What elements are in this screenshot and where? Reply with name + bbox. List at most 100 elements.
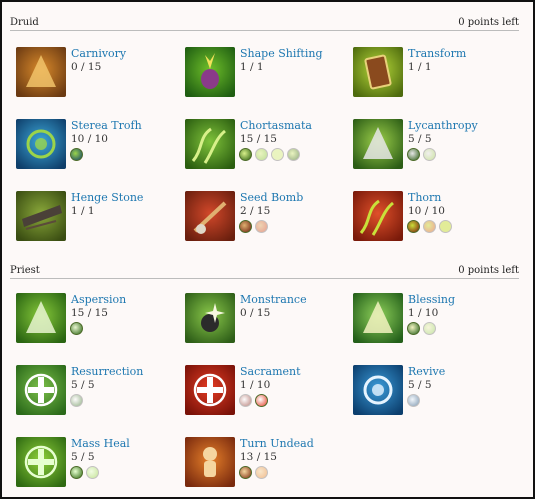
- skill-mass-heal[interactable]: Mass Heal 5 / 5: [10, 437, 175, 493]
- requirement-icons: [70, 148, 83, 163]
- requirement-icon[interactable]: [423, 148, 436, 161]
- requirement-icon[interactable]: [255, 220, 268, 233]
- skill-resurrection[interactable]: Resurrection 5 / 5: [10, 365, 175, 421]
- skill-name-link[interactable]: Turn Undead: [240, 437, 314, 450]
- skill-turn-undead[interactable]: Turn Undead 13 / 15: [179, 437, 344, 493]
- carnivory-icon[interactable]: [16, 47, 66, 97]
- skill-rank: 10 / 10: [71, 133, 108, 145]
- skill-name-link[interactable]: Mass Heal: [71, 437, 130, 450]
- skill-revive[interactable]: Revive 5 / 5: [347, 365, 512, 421]
- requirement-icon[interactable]: [239, 394, 252, 407]
- skill-thorn[interactable]: Thorn 10 / 10: [347, 191, 512, 247]
- skill-transform[interactable]: Transform 1 / 1: [347, 47, 512, 103]
- skill-chortasmata[interactable]: Chortasmata 15 / 15: [179, 119, 344, 175]
- requirement-icons: [70, 466, 99, 481]
- skill-name-link[interactable]: Blessing: [408, 293, 455, 306]
- revive-icon[interactable]: [353, 365, 403, 415]
- skill-rank: 15 / 15: [71, 307, 108, 319]
- thorn-icon[interactable]: [353, 191, 403, 241]
- skill-sterea-trofh[interactable]: Sterea Trofh 10 / 10: [10, 119, 175, 175]
- requirement-icon[interactable]: [239, 466, 252, 479]
- mass-heal-icon[interactable]: [16, 437, 66, 487]
- blessing-icon[interactable]: [353, 293, 403, 343]
- requirement-icon[interactable]: [255, 148, 268, 161]
- skill-blessing[interactable]: Blessing 1 / 10: [347, 293, 512, 349]
- skill-name-link[interactable]: Chortasmata: [240, 119, 312, 132]
- skill-name-link[interactable]: Shape Shifting: [240, 47, 323, 60]
- requirement-icon[interactable]: [70, 148, 83, 161]
- henge-stone-icon[interactable]: [16, 191, 66, 241]
- skill-aspersion[interactable]: Aspersion 15 / 15: [10, 293, 175, 349]
- skill-rank: 15 / 15: [240, 133, 277, 145]
- skill-name-link[interactable]: Henge Stone: [71, 191, 143, 204]
- aspersion-icon[interactable]: [16, 293, 66, 343]
- requirement-icons: [70, 322, 83, 337]
- requirement-icon[interactable]: [271, 148, 284, 161]
- section-title: Priest: [10, 265, 40, 276]
- section-divider: [10, 30, 519, 31]
- requirement-icon[interactable]: [423, 322, 436, 335]
- requirement-icon[interactable]: [407, 148, 420, 161]
- requirement-icon[interactable]: [239, 220, 252, 233]
- skill-sacrament[interactable]: Sacrament 1 / 10: [179, 365, 344, 421]
- resurrection-icon[interactable]: [16, 365, 66, 415]
- section-header: Priest 0 points left: [10, 264, 519, 280]
- monstrance-icon[interactable]: [185, 293, 235, 343]
- skill-carnivory[interactable]: Carnivory 0 / 15: [10, 47, 175, 103]
- requirement-icon[interactable]: [423, 220, 436, 233]
- skill-name-link[interactable]: Resurrection: [71, 365, 143, 378]
- requirement-icon[interactable]: [255, 466, 268, 479]
- shape-shifting-icon[interactable]: [185, 47, 235, 97]
- requirement-icon[interactable]: [407, 394, 420, 407]
- skill-rank: 1 / 1: [240, 61, 264, 73]
- requirement-icons: [407, 394, 420, 409]
- skill-rank: 2 / 15: [240, 205, 271, 217]
- skill-rank: 5 / 5: [408, 133, 432, 145]
- sterea-trofh-icon[interactable]: [16, 119, 66, 169]
- chortasmata-icon[interactable]: [185, 119, 235, 169]
- section-druid: Druid 0 points left: [10, 16, 519, 32]
- seed-bomb-icon[interactable]: [185, 191, 235, 241]
- skill-lycanthropy[interactable]: Lycanthropy 5 / 5: [347, 119, 512, 175]
- skill-monstrance[interactable]: Monstrance 0 / 15: [179, 293, 344, 349]
- requirement-icon[interactable]: [239, 148, 252, 161]
- skill-rank: 0 / 15: [71, 61, 102, 73]
- requirement-icon[interactable]: [86, 466, 99, 479]
- skill-henge-stone[interactable]: Henge Stone 1 / 1: [10, 191, 175, 247]
- requirement-icon[interactable]: [70, 322, 83, 335]
- skill-name-link[interactable]: Sterea Trofh: [71, 119, 142, 132]
- skill-name-link[interactable]: Sacrament: [240, 365, 301, 378]
- requirement-icon[interactable]: [255, 394, 268, 407]
- sacrament-icon[interactable]: [185, 365, 235, 415]
- requirement-icon[interactable]: [407, 220, 420, 233]
- skill-rank: 5 / 5: [408, 379, 432, 391]
- skill-shape-shifting[interactable]: Shape Shifting 1 / 1: [179, 47, 344, 103]
- skill-seed-bomb[interactable]: Seed Bomb 2 / 15: [179, 191, 344, 247]
- skill-name-link[interactable]: Lycanthropy: [408, 119, 478, 132]
- requirement-icons: [239, 466, 268, 481]
- skill-name-link[interactable]: Transform: [408, 47, 466, 60]
- skill-rank: 5 / 5: [71, 451, 95, 463]
- section-title: Druid: [10, 17, 39, 28]
- requirement-icon[interactable]: [407, 322, 420, 335]
- skill-name-link[interactable]: Monstrance: [240, 293, 307, 306]
- requirement-icon[interactable]: [439, 220, 452, 233]
- points-left: 0 points left: [458, 265, 519, 276]
- skill-name-link[interactable]: Aspersion: [71, 293, 126, 306]
- requirement-icon[interactable]: [287, 148, 300, 161]
- skill-name-link[interactable]: Thorn: [408, 191, 441, 204]
- requirement-icons: [70, 394, 83, 409]
- requirement-icon[interactable]: [70, 394, 83, 407]
- section-divider: [10, 278, 519, 279]
- talent-panel: Druid 0 points left Priest 0 points left…: [0, 0, 535, 499]
- turn-undead-icon[interactable]: [185, 437, 235, 487]
- lycanthropy-icon[interactable]: [353, 119, 403, 169]
- skill-name-link[interactable]: Seed Bomb: [240, 191, 303, 204]
- skill-name-link[interactable]: Carnivory: [71, 47, 126, 60]
- points-left: 0 points left: [458, 17, 519, 28]
- skill-name-link[interactable]: Revive: [408, 365, 445, 378]
- section-header: Druid 0 points left: [10, 16, 519, 32]
- transform-icon[interactable]: [353, 47, 403, 97]
- skill-rank: 1 / 10: [240, 379, 271, 391]
- requirement-icon[interactable]: [70, 466, 83, 479]
